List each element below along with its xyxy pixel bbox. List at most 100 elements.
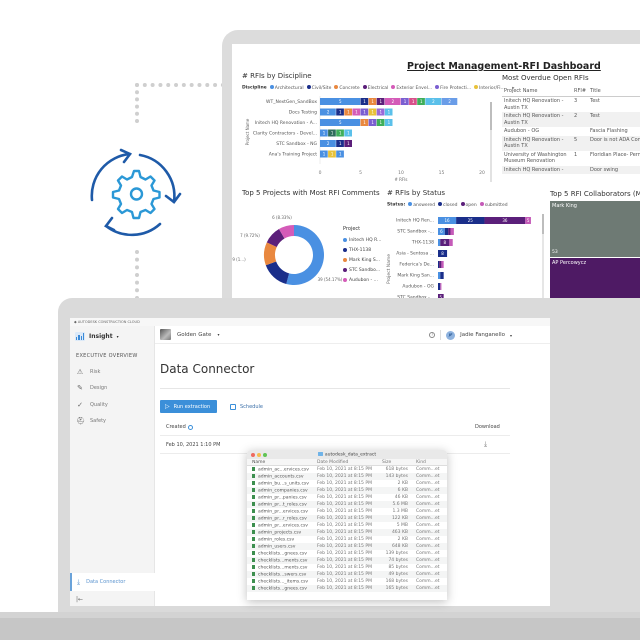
category-label: STC Sandbox -...: [397, 229, 434, 235]
file-row[interactable]: admin_ac...ervices.csv Feb 10, 2021 at 8:…: [247, 466, 447, 473]
bar-segment[interactable]: [439, 261, 442, 268]
file-name-cell: checklists...gnees.csv: [247, 550, 317, 556]
col-project-name: Project Name: [502, 86, 572, 97]
treemap-cell[interactable]: Mark King 53: [550, 201, 640, 257]
schedule-button[interactable]: Schedule: [230, 400, 263, 413]
bar-segment[interactable]: [438, 239, 441, 246]
donut-slice[interactable]: [265, 261, 290, 284]
file-row[interactable]: admin_pr...ervices.csv Feb 10, 2021 at 8:…: [247, 522, 447, 529]
info-icon[interactable]: [187, 424, 193, 430]
bar-segment[interactable]: [448, 228, 451, 235]
download-icon[interactable]: ⤓: [484, 440, 487, 449]
table-row[interactable]: Initech HQ Renovation - Door swing: [502, 165, 640, 174]
file-row[interactable]: admin_pr...r_roles.csv Feb 10, 2021 at 8:…: [247, 515, 447, 522]
sidebar-item-safety[interactable]: ⛑ Safety: [76, 417, 106, 425]
file-row[interactable]: admin_accounts.csv Feb 10, 2021 at 8:15 P…: [247, 473, 447, 480]
legend-item[interactable]: STC Sandbo...: [343, 266, 381, 276]
run-extraction-label: Run extraction: [173, 403, 211, 410]
file-row[interactable]: admin_users.csv Feb 10, 2021 at 8:15 PM 64…: [247, 543, 447, 550]
table-row[interactable]: Initech HQ Renovation - Austin TX 3 Test: [502, 97, 640, 113]
bar-value-label: 5: [339, 99, 342, 104]
bar-segment[interactable]: [441, 261, 444, 268]
file-name: admin_pr...ervices.csv: [258, 509, 308, 515]
file-row[interactable]: admin_pr...ervices.csv Feb 10, 2021 at 8:…: [247, 508, 447, 515]
col-date-modified[interactable]: Date Modified: [317, 460, 380, 465]
file-row[interactable]: checklists...ments.csv Feb 10, 2021 at 8:…: [247, 557, 447, 564]
user-menu[interactable]: ? JF Jadie Fanganello ▾: [429, 326, 512, 344]
file-date: Feb 10, 2021 at 8:15 PM: [317, 572, 372, 577]
file-size: 2 KB: [397, 481, 408, 486]
bar-segment[interactable]: [438, 272, 441, 279]
legend-item[interactable]: THX-1138: [343, 246, 381, 256]
sidebar-item-data-connector[interactable]: ⤓ Data Connector: [70, 573, 155, 591]
file-kind: Comm...et: [416, 481, 440, 486]
file-name: admin_pr...ervices.csv: [258, 523, 308, 529]
app-switcher[interactable]: Insight ▾: [75, 332, 119, 341]
file-size: 5.6 MB: [392, 502, 408, 507]
file-row[interactable]: admin_bu...s_units.csv Feb 10, 2021 at 8:…: [247, 480, 447, 487]
legend-item[interactable]: Initech HQ R...: [343, 236, 381, 246]
table-cell: Door swing: [588, 165, 640, 174]
file-row[interactable]: checklists...ments.csv Feb 10, 2021 at 8:…: [247, 564, 447, 571]
bar-segment[interactable]: [438, 283, 441, 290]
bar-value-label: 1: [371, 120, 374, 125]
file-row[interactable]: checklists...gnees.csv Feb 10, 2021 at 8:…: [247, 585, 447, 592]
legend-item[interactable]: Civil/Site: [312, 86, 332, 91]
finder-titlebar[interactable]: autodesk_data_extract: [247, 450, 447, 459]
col-kind[interactable]: Kind: [412, 460, 447, 465]
file-date: Feb 10, 2021 at 8:15 PM: [317, 551, 372, 556]
legend-item[interactable]: Exterior Envel...: [396, 86, 432, 91]
file-date: Feb 10, 2021 at 8:15 PM: [317, 558, 372, 563]
table-row[interactable]: Initech HQ Renovation - Austin TX 2 Test: [502, 112, 640, 127]
legend-item[interactable]: closed: [443, 203, 457, 208]
sidebar-item-risk[interactable]: ⚠ Risk: [76, 368, 101, 376]
file-date: Feb 10, 2021 at 8:15 PM: [317, 530, 372, 535]
file-row[interactable]: checklists..._items.csv Feb 10, 2021 at 8…: [247, 578, 447, 585]
bar-segment[interactable]: [449, 239, 453, 246]
sidebar-item-quality[interactable]: ✓ Quality: [76, 401, 108, 409]
file-size: 143 bytes: [385, 474, 408, 479]
bar-segment[interactable]: [440, 283, 442, 290]
file-row[interactable]: admin_projects.csv Feb 10, 2021 at 8:15 P…: [247, 529, 447, 536]
sidebar-item-design[interactable]: ✎ Design: [76, 384, 107, 392]
bar-segment[interactable]: [450, 228, 454, 235]
bar-value-label: 1: [323, 152, 326, 157]
col-size[interactable]: Size: [380, 460, 412, 465]
file-row[interactable]: admin_pr...panies.csv Feb 10, 2021 at 8:1…: [247, 494, 447, 501]
column-created[interactable]: Created: [166, 424, 193, 430]
legend-item[interactable]: Interior/Fi...: [479, 86, 505, 91]
discipline-scrollbar[interactable]: [490, 102, 492, 182]
file-row[interactable]: checklists...swers.csv Feb 10, 2021 at 8:…: [247, 571, 447, 578]
file-size: 2 KB: [397, 537, 408, 542]
file-name: admin_accounts.csv: [258, 474, 304, 480]
table-row[interactable]: Audubon - OG Fascia Flashing: [502, 127, 640, 136]
table-cell: 1: [574, 151, 578, 158]
run-extraction-button[interactable]: ▷ Run extraction: [160, 400, 217, 413]
legend-item[interactable]: answered: [413, 203, 435, 208]
file-row[interactable]: checklists...gnees.csv Feb 10, 2021 at 8:…: [247, 550, 447, 557]
bar-segment[interactable]: [444, 228, 449, 235]
bar-segment[interactable]: [440, 272, 444, 279]
legend-item[interactable]: Architectural: [275, 86, 304, 91]
csv-file-icon: [252, 571, 255, 576]
legend-item[interactable]: Mark King S...: [343, 256, 381, 266]
file-row[interactable]: admin_companies.csv Feb 10, 2021 at 8:15 …: [247, 487, 447, 494]
legend-item[interactable]: Concrete: [339, 86, 359, 91]
file-kind: Comm...et: [416, 558, 440, 563]
legend-label: Mark King S...: [349, 258, 381, 263]
legend-item[interactable]: submitted: [485, 203, 508, 208]
legend-item[interactable]: Electrical: [368, 86, 389, 91]
legend-item[interactable]: Fire Protecti...: [440, 86, 471, 91]
collapse-sidebar-icon[interactable]: |←: [76, 596, 83, 603]
file-row[interactable]: admin_pr...t_roles.csv Feb 10, 2021 at 8:…: [247, 501, 447, 508]
help-icon[interactable]: ?: [429, 332, 436, 338]
sidebar-item-label: Data Connector: [86, 579, 126, 585]
legend-item[interactable]: Audubon - ...: [343, 276, 381, 286]
table-row[interactable]: Initech HQ Renovation - Austin TX 5 Door i…: [502, 135, 640, 151]
legend-item[interactable]: open: [466, 203, 477, 208]
bar-segment[interactable]: [438, 261, 440, 268]
file-row[interactable]: admin_roles.csv Feb 10, 2021 at 8:15 PM 2 …: [247, 536, 447, 543]
col-name[interactable]: Name: [247, 460, 317, 465]
bar-value-label: 36: [502, 218, 508, 223]
table-row[interactable]: University of Washington Museum Renovati…: [502, 151, 640, 166]
